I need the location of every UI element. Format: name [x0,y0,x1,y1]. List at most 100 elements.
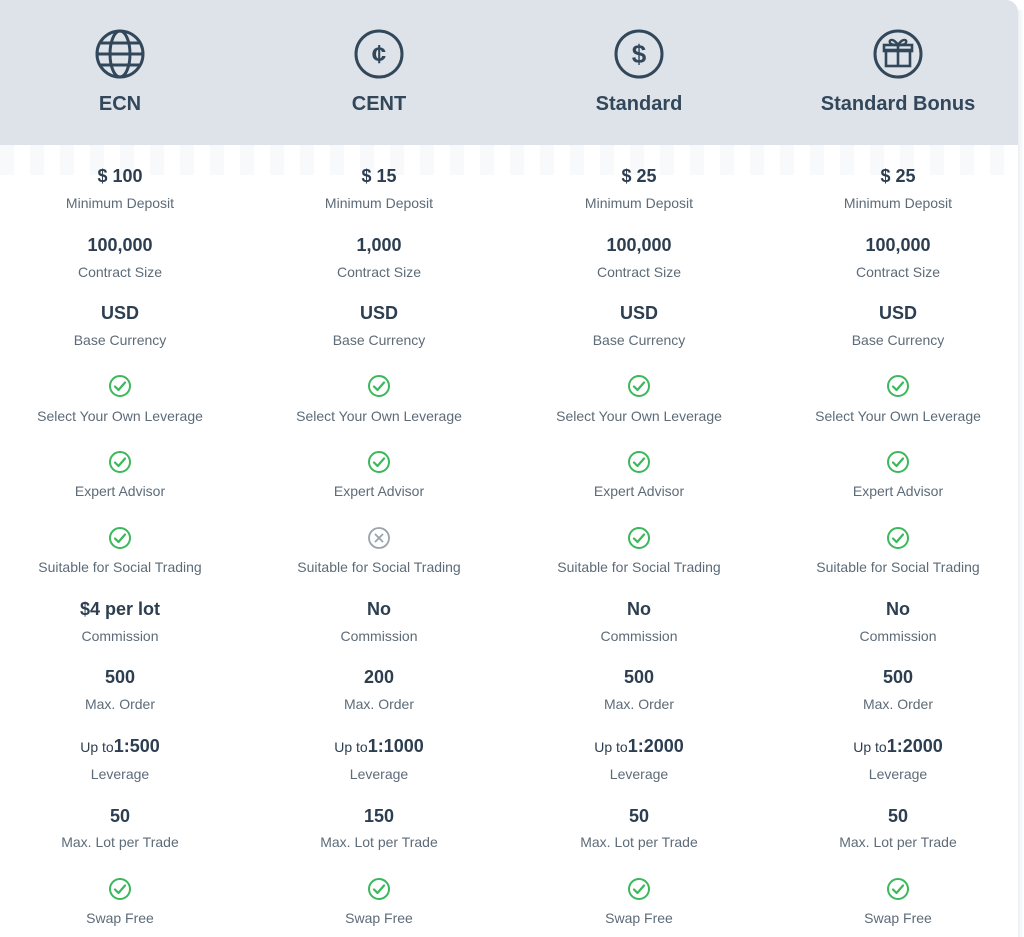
check-icon [108,877,132,901]
account-title: Standard [595,93,683,115]
max-lot-label: Max. Lot per Trade [839,834,957,850]
base-currency-label: Base Currency [851,332,945,348]
min-deposit-label: Minimum Deposit [584,195,694,211]
commission-label: Commission [81,628,159,644]
globe-icon [94,28,146,80]
check-icon [108,526,132,550]
account-column: ¢ CENT $ 15 Minimum Deposit 1,000 Contract Si… [249,0,509,937]
commission-label: Commission [340,628,418,644]
check-icon [627,450,651,474]
min-deposit-value: $ 25 [621,166,657,186]
max-lot-value: 150 [363,806,395,826]
max-order-value: 500 [882,667,914,687]
leverage-label: Leverage [609,766,669,782]
base-currency-value: USD [100,303,139,323]
max-lot-value: 50 [109,806,131,826]
commission-label: Commission [859,628,937,644]
leverage-ratio: 1:2000 [627,736,684,756]
min-deposit-label: Minimum Deposit [65,195,175,211]
social-trading-label: Suitable for Social Trading [297,559,461,575]
max-order-label: Max. Order [603,696,674,712]
min-deposit-label: Minimum Deposit [324,195,434,211]
leverage-label: Leverage [90,766,150,782]
expert-advisor-label: Expert Advisor [852,483,944,499]
max-order-label: Max. Order [862,696,933,712]
leverage-select-label: Select Your Own Leverage [815,408,981,424]
contract-size-label: Contract Size [596,264,682,280]
max-order-value: 500 [104,667,136,687]
cent-coin-icon: ¢ [353,28,405,80]
cross-icon [367,526,391,550]
commission-value: No [627,599,651,619]
commission-value: No [367,599,391,619]
leverage-ratio: 1:1000 [367,736,424,756]
max-lot-value: 50 [628,806,650,826]
min-deposit-value: $ 15 [361,166,397,186]
check-icon [367,877,391,901]
social-trading-label: Suitable for Social Trading [816,559,980,575]
leverage-prefix: Up to [80,739,114,755]
min-deposit-label: Minimum Deposit [843,195,953,211]
check-icon [886,450,910,474]
contract-size-value: 100,000 [606,235,672,255]
expert-advisor-label: Expert Advisor [333,483,425,499]
leverage-prefix: Up to [853,739,887,755]
check-icon [367,374,391,398]
account-title: ECN [98,93,142,115]
swap-free-label: Swap Free [86,910,154,926]
check-icon [627,877,651,901]
leverage-label: Leverage [868,766,928,782]
base-currency-value: USD [619,303,658,323]
max-order-value: 500 [623,667,655,687]
leverage-label: Leverage [349,766,409,782]
max-order-label: Max. Order [84,696,155,712]
max-lot-label: Max. Lot per Trade [580,834,698,850]
account-title: Standard Bonus [820,93,976,115]
dollar-coin-icon: $ [613,28,665,80]
leverage-select-label: Select Your Own Leverage [37,408,203,424]
check-icon [886,526,910,550]
account-title: CENT [351,93,407,115]
social-trading-label: Suitable for Social Trading [557,559,721,575]
account-column: ECN $ 100 Minimum Deposit 100,000 Contract S… [0,0,250,937]
check-icon [108,374,132,398]
base-currency-value: USD [878,303,917,323]
leverage-value: Up to1:500 [0,736,250,757]
max-order-value: 200 [363,667,395,687]
max-lot-label: Max. Lot per Trade [320,834,438,850]
base-currency-label: Base Currency [332,332,426,348]
check-icon [886,877,910,901]
check-icon [367,450,391,474]
base-currency-label: Base Currency [592,332,686,348]
leverage-prefix: Up to [334,739,368,755]
leverage-ratio: 1:2000 [886,736,943,756]
contract-size-value: 1,000 [356,235,402,255]
commission-value: No [886,599,910,619]
leverage-value: Up to1:1000 [249,736,509,757]
contract-size-label: Contract Size [77,264,163,280]
contract-size-label: Contract Size [855,264,941,280]
contract-size-value: 100,000 [87,235,153,255]
max-order-label: Max. Order [343,696,414,712]
account-column: Standard Bonus $ 25 Minimum Deposit 100,000… [768,0,1024,937]
swap-free-label: Swap Free [605,910,673,926]
gift-icon [872,28,924,80]
leverage-value: Up to1:2000 [768,736,1024,757]
max-lot-label: Max. Lot per Trade [61,834,179,850]
min-deposit-value: $ 25 [880,166,916,186]
check-icon [627,526,651,550]
leverage-ratio: 1:500 [113,736,160,756]
svg-text:¢: ¢ [372,39,386,69]
base-currency-label: Base Currency [73,332,167,348]
contract-size-label: Contract Size [336,264,422,280]
expert-advisor-label: Expert Advisor [593,483,685,499]
svg-text:$: $ [632,39,647,69]
check-icon [627,374,651,398]
check-icon [886,374,910,398]
social-trading-label: Suitable for Social Trading [38,559,202,575]
base-currency-value: USD [359,303,398,323]
expert-advisor-label: Expert Advisor [74,483,166,499]
leverage-select-label: Select Your Own Leverage [296,408,462,424]
contract-size-value: 100,000 [865,235,931,255]
max-lot-value: 50 [887,806,909,826]
